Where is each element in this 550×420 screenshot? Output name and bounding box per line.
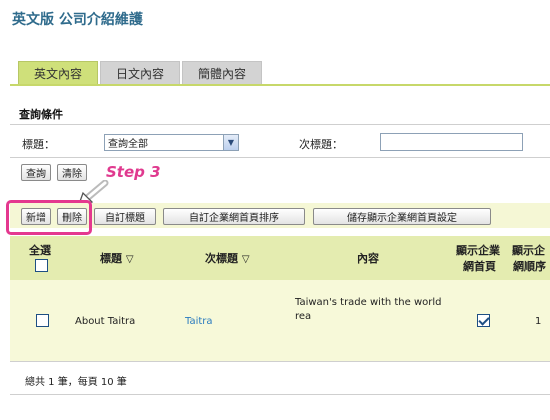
search-section-title: 查詢條件 [19, 108, 63, 121]
tab-simplified[interactable]: 簡體內容 [182, 61, 262, 84]
column-header-show-homepage-line2: 網首頁 [463, 260, 496, 273]
divider [10, 157, 550, 158]
column-header-subtitle[interactable]: 次標題 ▽ [205, 250, 250, 266]
title-select[interactable]: 查詢全部 ▼ [104, 134, 239, 151]
step-annotation: Step 3 [106, 163, 161, 181]
select-all-label: 全選 [29, 244, 51, 257]
column-header-title[interactable]: 標題 ▽ [100, 250, 134, 266]
row-content-line2: rea [295, 311, 312, 322]
pagination-summary: 總共 1 筆，每頁 10 筆 [25, 377, 127, 388]
save-display-button[interactable]: 儲存顯示企業網首頁設定 [313, 208, 491, 225]
row-content-line1: Taiwan's trade with the world [295, 297, 442, 308]
clear-button[interactable]: 清除 [57, 164, 87, 181]
chevron-down-icon[interactable]: ▼ [223, 135, 238, 150]
step-highlight-box [6, 200, 92, 235]
sort-down-icon[interactable]: ▽ [242, 254, 250, 265]
page-title: 英文版 公司介紹維護 [12, 12, 143, 28]
subtitle-filter-label: 次標題： [299, 138, 343, 151]
divider [10, 124, 550, 125]
column-title-label: 標題 [100, 252, 122, 265]
sort-down-icon[interactable]: ▽ [126, 254, 134, 265]
row-show-homepage-checkbox[interactable] [477, 314, 490, 327]
title-select-value: 查詢全部 [108, 139, 148, 150]
column-header-content: 內容 [357, 252, 379, 265]
column-header-show-homepage-line1: 顯示企業 [456, 244, 500, 257]
tab-underline [10, 84, 550, 86]
row-select-checkbox[interactable] [36, 314, 49, 327]
subtitle-input[interactable] [380, 133, 523, 151]
divider [10, 361, 550, 362]
query-button[interactable]: 查詢 [21, 164, 51, 181]
tab-english[interactable]: 英文內容 [18, 61, 98, 84]
title-filter-label: 標題： [22, 138, 55, 151]
column-header-order-line2: 網順序 [513, 260, 546, 273]
custom-sort-button[interactable]: 自訂企業網首頁排序 [163, 208, 305, 225]
column-subtitle-label: 次標題 [205, 252, 238, 265]
select-all-checkbox[interactable] [35, 259, 48, 272]
tab-japanese[interactable]: 日文內容 [100, 61, 180, 84]
column-header-order-line1: 顯示企 [512, 244, 545, 257]
custom-title-button[interactable]: 自訂標題 [94, 208, 156, 225]
row-order: 1 [535, 316, 542, 327]
divider [10, 394, 550, 395]
language-tabs: 英文內容 日文內容 簡體內容 [18, 61, 264, 84]
row-title: About Taitra [75, 316, 136, 327]
row-subtitle-link[interactable]: Taitra [185, 316, 213, 327]
